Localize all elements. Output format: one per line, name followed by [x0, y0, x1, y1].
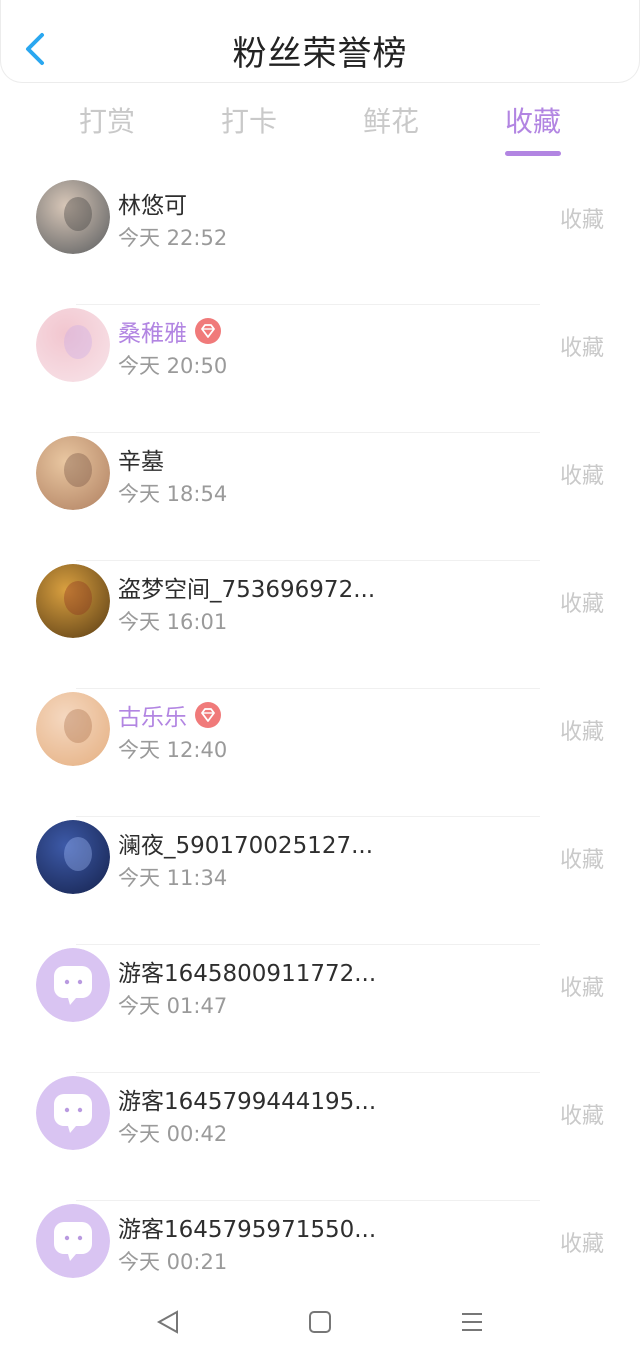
fan-time: 今天 11:34	[118, 866, 228, 890]
fan-name-text: 游客1645795971550...	[118, 1217, 377, 1243]
default-chat-avatar[interactable]	[36, 1204, 110, 1278]
list-item[interactable]: 游客1645799444195... 今天 00:42 收藏	[0, 1072, 640, 1200]
fan-time: 今天 22:52	[118, 226, 228, 250]
fan-time: 今天 00:21	[118, 1250, 228, 1274]
tab-bar: 打赏 打卡 鲜花 收藏	[0, 96, 640, 160]
avatar[interactable]	[36, 180, 110, 254]
vip-diamond-icon	[195, 318, 221, 344]
list-item[interactable]: 桑稚雅今天 20:50 收藏	[0, 304, 640, 432]
triangle-back-icon	[156, 1310, 178, 1334]
tab-reward[interactable]: 打赏	[52, 96, 162, 148]
fan-name: 桑稚雅	[118, 314, 221, 348]
tab-favorites[interactable]: 收藏	[478, 96, 588, 156]
favorite-action[interactable]: 收藏	[560, 714, 604, 746]
fan-list: 林悠可 今天 22:52 收藏 桑稚雅 今天 20:50 收藏 辛墓 今天 18:54 收藏 盗梦…	[0, 176, 640, 1328]
tab-checkin[interactable]: 打卡	[194, 96, 304, 148]
row-divider	[76, 816, 540, 817]
row-divider	[76, 304, 540, 305]
tab-favorites-label: 收藏	[504, 105, 561, 138]
row-divider	[76, 432, 540, 433]
fan-name-text: 盗梦空间_753696972...	[118, 577, 376, 603]
fan-name-text: 游客1645800911772...	[118, 961, 377, 987]
row-divider	[76, 688, 540, 689]
avatar[interactable]	[36, 308, 110, 382]
favorite-action[interactable]: 收藏	[560, 586, 604, 618]
fan-time: 今天 12:40	[118, 738, 228, 762]
fan-name: 游客1645800911772...	[118, 954, 376, 988]
nav-menu-button[interactable]	[452, 1302, 492, 1342]
fan-time: 今天 01:47	[118, 994, 228, 1018]
favorite-action[interactable]: 收藏	[560, 202, 604, 234]
row-divider	[76, 944, 540, 945]
list-item[interactable]: 澜夜_590170025127... 今天 11:34 收藏	[0, 816, 640, 944]
list-item[interactable]: 盗梦空间_753696972... 今天 16:01 收藏	[0, 560, 640, 688]
fan-name: 林悠可	[118, 186, 187, 220]
vip-diamond-icon	[195, 702, 221, 728]
active-tab-indicator	[505, 151, 561, 156]
fan-time: 今天 00:42	[118, 1122, 228, 1146]
fan-name: 古乐乐	[118, 698, 221, 732]
fan-name: 澜夜_590170025127...	[118, 826, 373, 860]
list-item[interactable]: 古乐乐今天 12:40 收藏	[0, 688, 640, 816]
avatar[interactable]	[36, 564, 110, 638]
favorite-action[interactable]: 收藏	[560, 970, 604, 1002]
favorite-action[interactable]: 收藏	[560, 330, 604, 362]
favorite-action[interactable]: 收藏	[560, 1098, 604, 1130]
avatar[interactable]	[36, 820, 110, 894]
fan-name: 盗梦空间_753696972...	[118, 570, 375, 604]
fan-time: 今天 20:50	[118, 354, 228, 378]
header-bar: 粉丝荣誉榜	[0, 0, 640, 83]
tab-flowers[interactable]: 鲜花	[336, 96, 446, 148]
favorite-action[interactable]: 收藏	[560, 1226, 604, 1258]
fan-name: 游客1645799444195...	[118, 1082, 376, 1116]
fan-name-text: 古乐乐	[118, 705, 187, 731]
fan-name: 辛墓	[118, 442, 164, 476]
nav-home-button[interactable]	[300, 1302, 340, 1342]
fan-time: 今天 16:01	[118, 610, 228, 634]
fan-name-text: 林悠可	[118, 193, 187, 219]
page-title: 粉丝荣誉榜	[232, 34, 408, 74]
fan-name-text: 桑稚雅	[118, 321, 187, 347]
menu-lines-icon	[462, 1313, 482, 1331]
default-chat-avatar[interactable]	[36, 948, 110, 1022]
favorite-action[interactable]: 收藏	[560, 458, 604, 490]
list-item[interactable]: 辛墓今天 18:54 收藏	[0, 432, 640, 560]
fan-name-text: 辛墓	[118, 449, 164, 475]
avatar[interactable]	[36, 692, 110, 766]
fan-time: 今天 18:54	[118, 482, 228, 506]
row-divider	[76, 1072, 540, 1073]
avatar[interactable]	[36, 436, 110, 510]
nav-back-button[interactable]	[148, 1302, 188, 1342]
row-divider	[76, 1200, 540, 1201]
favorite-action[interactable]: 收藏	[560, 842, 604, 874]
list-item[interactable]: 林悠可今天 22:52 收藏	[0, 176, 640, 304]
fan-name-text: 澜夜_590170025127...	[118, 833, 374, 859]
square-home-icon	[309, 1311, 331, 1333]
fan-name: 游客1645795971550...	[118, 1210, 376, 1244]
default-chat-avatar[interactable]	[36, 1076, 110, 1150]
row-divider	[76, 560, 540, 561]
list-item[interactable]: 游客1645800911772... 今天 01:47 收藏	[0, 944, 640, 1072]
fan-name-text: 游客1645799444195...	[118, 1089, 377, 1115]
system-nav-bar	[0, 1278, 640, 1358]
